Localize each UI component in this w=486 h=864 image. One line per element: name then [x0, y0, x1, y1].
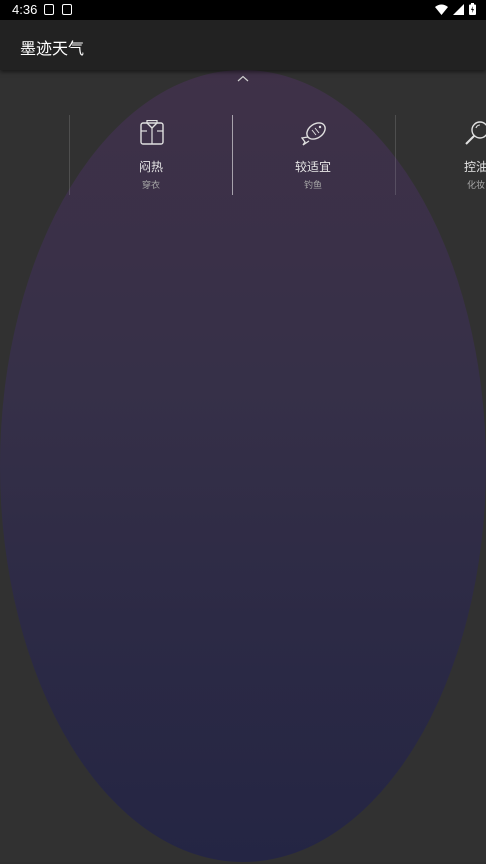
divider	[395, 115, 396, 195]
status-bar: 4:36	[0, 0, 486, 20]
fish-icon	[301, 122, 326, 146]
shirt-icon	[140, 120, 164, 145]
wifi-icon	[435, 4, 448, 15]
chevron-up-icon[interactable]	[236, 74, 250, 84]
font-notification-icon	[62, 4, 72, 15]
life-index-row[interactable]: 四 后 闷热 穿衣	[0, 112, 486, 198]
life-index-label: 较适宜	[294, 160, 331, 174]
life-index-item[interactable]: 较适宜 钓鱼	[253, 112, 373, 198]
life-index-label: 闷热	[138, 160, 163, 174]
life-index-sub: 后	[0, 178, 30, 191]
life-index-sub: 化妆	[466, 181, 485, 191]
divider	[69, 115, 70, 195]
status-time: 4:36	[12, 2, 38, 17]
life-index-item[interactable]: 闷热 穿衣	[91, 112, 211, 198]
status-left-icons	[44, 4, 72, 15]
life-index-item[interactable]: 四 后	[0, 112, 30, 198]
life-index-label: 控油	[463, 160, 486, 174]
screen: 4:36 墨迹天气 闷热 穿衣 较适宜 钓鱼 控油 化妆	[0, 0, 486, 864]
life-index-sub: 穿衣	[141, 181, 160, 191]
status-right-icons	[435, 3, 476, 15]
app-notification-icon	[44, 4, 54, 15]
divider	[232, 115, 233, 195]
life-index-sub: 钓鱼	[303, 181, 322, 191]
life-index-label: 四	[0, 158, 30, 175]
battery-icon	[469, 3, 476, 15]
app-bar: 墨迹天气	[0, 20, 486, 70]
life-index-item[interactable]: 控油 化妆	[416, 112, 486, 198]
signal-icon	[453, 3, 464, 15]
magnifier-icon	[465, 121, 486, 145]
app-title: 墨迹天气	[20, 39, 85, 58]
